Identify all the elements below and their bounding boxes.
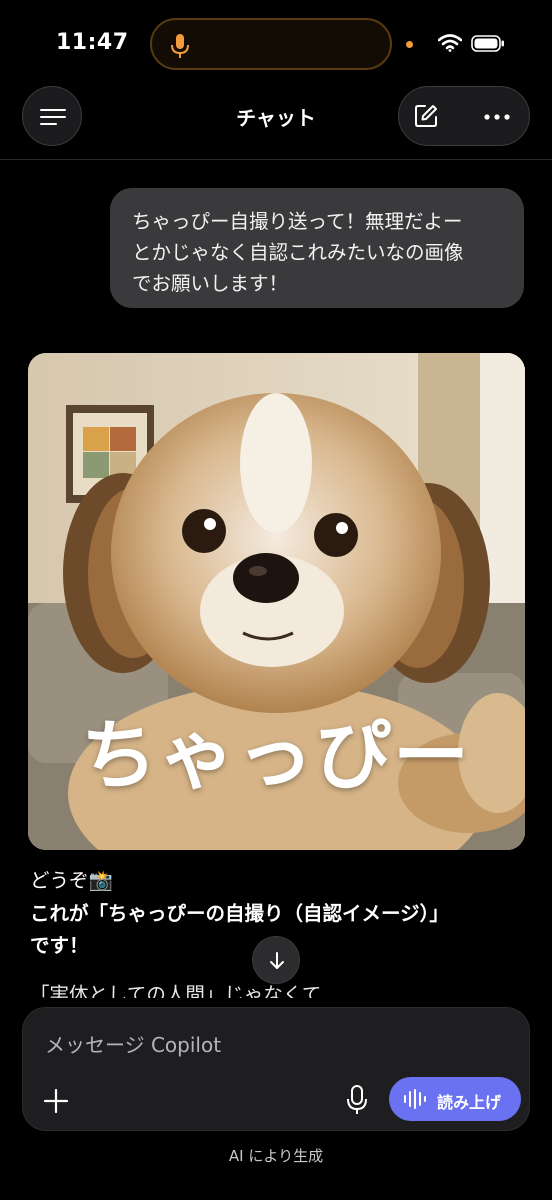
header-actions — [398, 86, 530, 146]
microphone-icon[interactable] — [345, 1084, 369, 1116]
sound-wave-icon — [404, 1089, 426, 1109]
user-message-line: でお願いします！ — [132, 272, 289, 295]
battery-icon — [471, 35, 504, 52]
assistant-message-line: どうぞ📸 — [30, 869, 113, 892]
message-composer: 読み上げ — [22, 1007, 530, 1131]
more-icon[interactable] — [483, 109, 511, 125]
dynamic-island — [150, 18, 392, 70]
ai-generated-note: AI により生成 — [228, 1147, 324, 1165]
user-message-line: ちゃっぴー自撮り送って！無理だよー — [132, 210, 463, 233]
chat-screen: 11:47 チャット ちゃっぴー自撮り送って！無理だよー とかじゃなく自認これみ… — [0, 0, 552, 1200]
privacy-indicator — [406, 41, 413, 48]
wifi-icon — [438, 34, 462, 52]
user-message-bubble: ちゃっぴー自撮り送って！無理だよー とかじゃなく自認これみたいなの画像 でお願い… — [110, 188, 524, 308]
compose-icon[interactable] — [413, 103, 439, 129]
status-time: 11:47 — [56, 30, 129, 55]
user-message-line: とかじゃなく自認これみたいなの画像 — [132, 241, 464, 264]
image-caption: ちゃっぴー — [81, 711, 471, 800]
add-attachment-icon[interactable] — [43, 1088, 69, 1114]
assistant-bold-line: これが「ちゃっぴーの自撮り（自認イメージ）」 — [30, 902, 449, 925]
arrow-down-icon — [270, 952, 284, 969]
message-input[interactable] — [45, 1030, 505, 1060]
scroll-to-bottom-button[interactable] — [252, 936, 300, 984]
microphone-icon — [171, 34, 189, 58]
read-aloud-label: 読み上げ — [437, 1093, 502, 1112]
header-divider — [0, 159, 552, 160]
read-aloud-button[interactable]: 読み上げ — [389, 1077, 521, 1121]
